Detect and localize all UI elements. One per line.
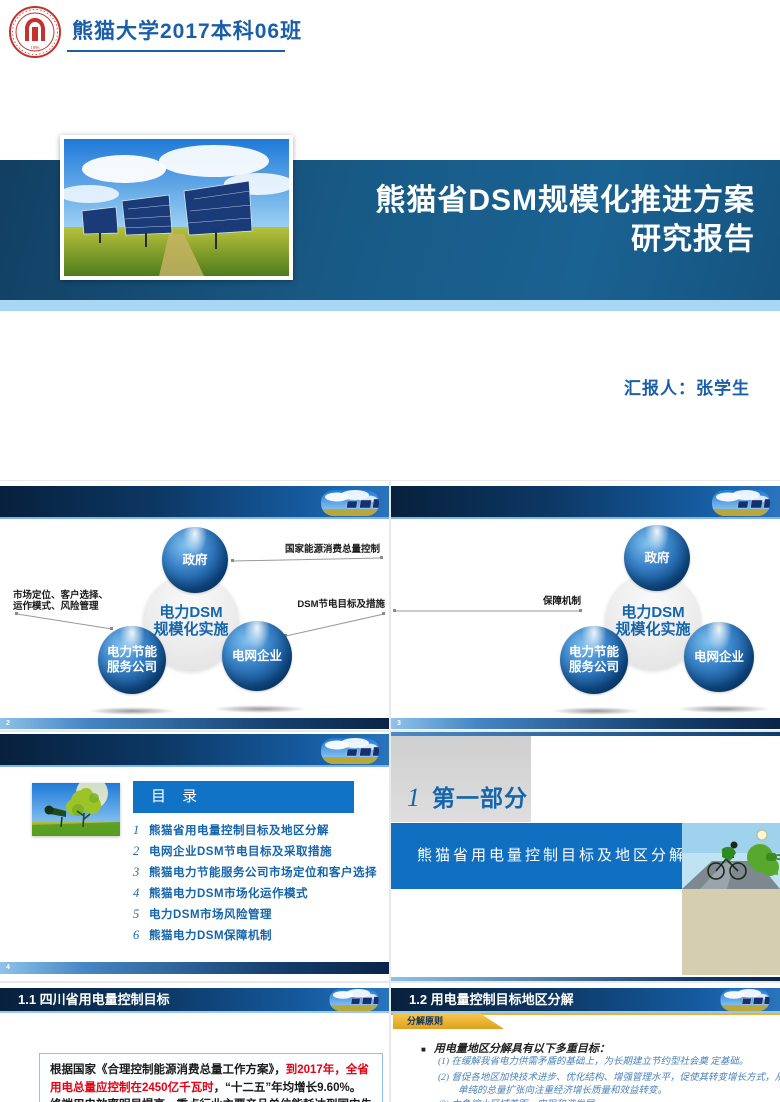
cover-title: 熊猫省DSM规模化推进方案 研究报告	[375, 181, 755, 259]
cover-title-line1: 熊猫省DSM规模化推进方案	[375, 181, 755, 220]
toc-item: 5电力DSM市场风险管理	[133, 906, 377, 927]
presentation-preview-page: 熊猫大学2017本科06班 熊猫省DSM规模化推进方案 研究报告 汇报人：张学生	[0, 0, 780, 1102]
cover-title-line2: 研究报告	[375, 220, 755, 259]
goal-item-2: (2) 督促各地区加快技术进步、优化结构、增强管理水平，促使其转变增长方式，从单…	[438, 1072, 780, 1098]
toc-item: 1熊猫省用电量控制目标及地区分解	[133, 822, 377, 843]
callout-top: 国家能源消费总量控制	[285, 544, 380, 555]
toc-list: 1熊猫省用电量控制目标及地区分解 2电网企业DSM节电目标及采取措施 3熊猫电力…	[133, 822, 377, 948]
solar-panels-oval-photo	[718, 989, 772, 1011]
green-tree-photo	[32, 783, 120, 836]
goal-item-1: (1) 在缓解我省电力供需矛盾的基础上，为长期建立节约型社会奠 定基础。	[438, 1056, 780, 1069]
node-government: 政府	[624, 525, 690, 591]
callout-left: 市场定位、客户选择、 运作模式、风险管理	[13, 590, 108, 612]
bullet-square-icon: ■	[421, 1045, 426, 1054]
toc-item: 2电网企业DSM节电目标及采取措施	[133, 843, 377, 864]
solar-panels-oval-photo	[327, 989, 381, 1011]
slide4-header-bar	[0, 734, 389, 767]
node-esco: 电力节能服务公司	[98, 626, 166, 694]
slide6-header-bar: 1.1 四川省用电量控制目标	[0, 988, 389, 1013]
university-class-title: 熊猫大学2017本科06班	[72, 15, 302, 45]
section-band-title: 熊猫省用电量控制目标及地区分解	[391, 823, 682, 889]
slide-number: 2	[6, 720, 10, 727]
callout-right: DSM节电目标及措施	[297, 599, 385, 610]
slide6-heading: 1.1 四川省用电量控制目标	[18, 992, 170, 1007]
solar-panels-oval-photo	[321, 490, 379, 516]
solar-panel-field-photo	[60, 135, 293, 280]
slide3-header-bar	[391, 486, 780, 519]
solar-panels-oval-photo	[321, 738, 379, 764]
tan-accent-block	[682, 889, 780, 975]
section-bottom-bar	[391, 977, 780, 981]
toc-item: 3熊猫电力节能服务公司市场定位和客户选择	[133, 864, 377, 885]
slide2-footer-bar: 2	[0, 718, 389, 729]
slide-thumbnail-2[interactable]: 电力DSM 规模化实施 政府 电力节能服务公司 电网企业 国家能源消费总量控制 …	[0, 481, 389, 730]
slide-thumbnail-section1[interactable]: 1 第一部分 熊猫省用电量控制目标及地区分解	[391, 732, 780, 981]
slide-thumbnail-toc[interactable]: 目 录 1熊猫省用电量控制目标及地区分解 2电网企业DSM节电目标及采取措施 3…	[0, 732, 389, 981]
toc-title-box: 目 录	[133, 781, 354, 813]
dsm-diagram: 电力DSM 规模化实施 政府 电力节能服务公司 电网企业 保障机制	[391, 520, 779, 718]
decomposition-principle-tag: 分解原则	[393, 1013, 504, 1029]
slide-thumbnail-3[interactable]: 电力DSM 规模化实施 政府 电力节能服务公司 电网企业 保障机制 3	[391, 481, 780, 730]
bullet-line: ■用电量地区分解具有以下多重目标：	[421, 1040, 610, 1056]
toc-item: 4熊猫电力DSM市场化运作模式	[133, 885, 377, 906]
node-esco: 电力节能服务公司	[560, 626, 628, 694]
cover-lightblue-strip	[0, 300, 780, 311]
slide2-header-bar	[0, 486, 389, 519]
sphere-shadow	[676, 705, 771, 713]
dsm-diagram: 电力DSM 规模化实施 政府 电力节能服务公司 电网企业 国家能源消费总量控制 …	[0, 520, 388, 718]
page-header: 熊猫大学2017本科06班	[0, 0, 780, 88]
university-seal-icon	[8, 5, 62, 59]
slide-number: 3	[397, 720, 401, 727]
slide-thumbnail-1-2[interactable]: 1.2 用电量控制目标地区分解 分解原则 ■用电量地区分解具有以下多重目标： (…	[391, 983, 780, 1102]
callout-left: 保障机制	[493, 596, 581, 607]
sphere-shadow	[551, 707, 641, 715]
section-title: 第一部分	[432, 786, 528, 810]
node-grid-company: 电网企业	[222, 621, 292, 691]
eco-cyclist-photo	[682, 823, 780, 889]
key-target-textbox: 根据国家《合理控制能源消费总量工作方案》，到2017年，全省用电总量应控制在24…	[39, 1053, 383, 1102]
slide3-footer-bar: 3	[391, 718, 780, 729]
toc-item: 6熊猫电力DSM保障机制	[133, 927, 377, 948]
slide7-heading: 1.2 用电量控制目标地区分解	[409, 992, 574, 1007]
title-underline	[67, 50, 285, 52]
slide-number: 4	[6, 964, 10, 971]
presenter-label: 汇报人：张学生	[624, 374, 750, 399]
slide-thumbnail-1-1[interactable]: 1.1 四川省用电量控制目标 根据国家《合理控制能源消费总量工作方案》，到201…	[0, 983, 389, 1102]
slide-thumbnail-cover[interactable]: 熊猫省DSM规模化推进方案 研究报告 汇报人：张学生	[0, 88, 780, 479]
slide7-header-bar: 1.2 用电量控制目标地区分解	[391, 988, 780, 1013]
slide4-footer-bar: 4	[0, 962, 389, 974]
node-grid-company: 电网企业	[684, 622, 754, 692]
section-number: 1	[407, 786, 420, 810]
solar-panels-oval-photo	[712, 490, 770, 516]
node-government: 政府	[162, 527, 228, 593]
sphere-shadow	[87, 707, 177, 715]
sphere-shadow	[212, 705, 307, 713]
section-number-box: 1 第一部分	[391, 736, 531, 822]
